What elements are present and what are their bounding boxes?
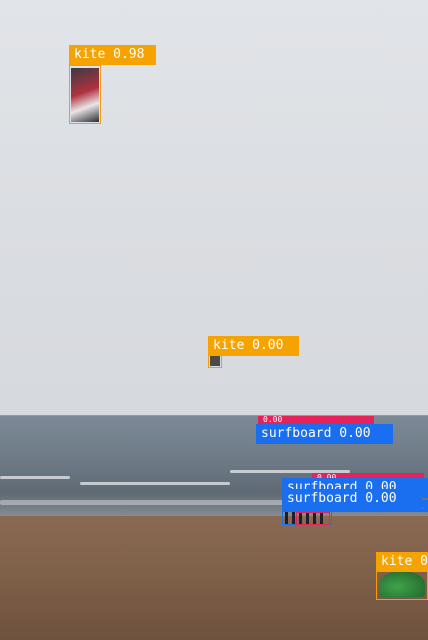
kite-bounding-box — [376, 571, 428, 600]
detection-label: 0.00 — [258, 416, 374, 424]
beach-sand — [0, 516, 428, 640]
wave-foam — [0, 476, 70, 479]
detection-label: surfboard 0.00 — [282, 489, 422, 509]
kite-bounding-box — [69, 65, 101, 124]
detection-label: kite 0 — [376, 552, 428, 572]
bounding-box — [296, 512, 330, 525]
wave-foam — [80, 482, 230, 485]
photo-scene: kite 0.98 kite 0.00 0.00 surfboard 0.00 … — [0, 0, 428, 640]
detection-label: surfboard 0.00 — [256, 424, 393, 444]
detection-label: kite 0.00 — [208, 336, 299, 356]
detection-label: kite 0.98 — [69, 45, 156, 65]
